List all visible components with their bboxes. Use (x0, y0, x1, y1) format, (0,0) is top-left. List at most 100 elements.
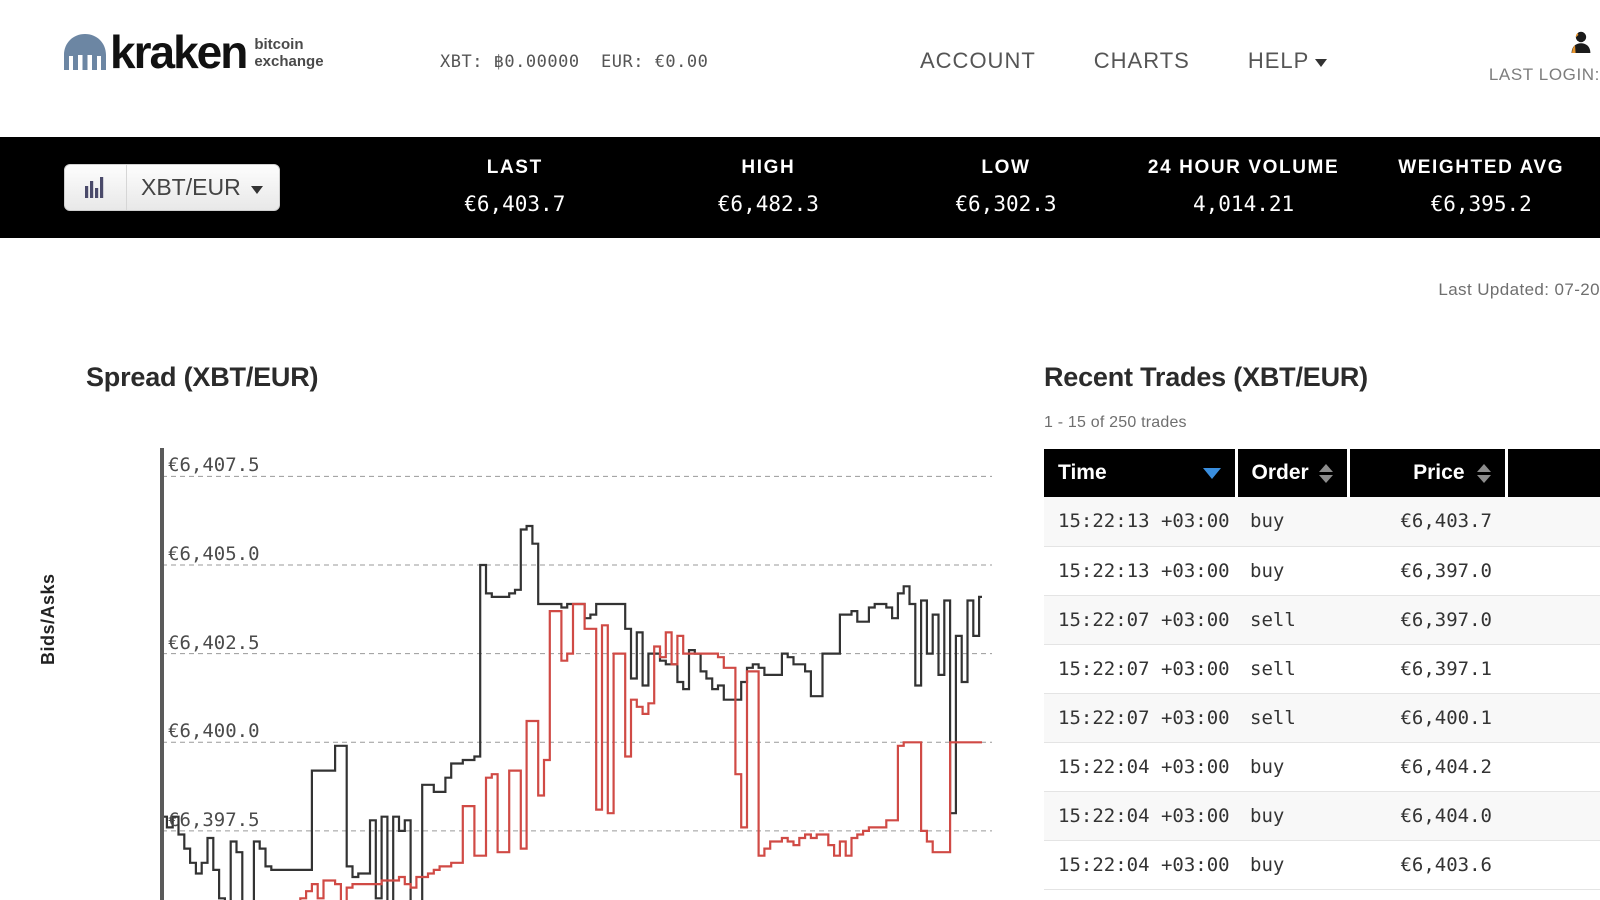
trade-price: €6,403.7 (1348, 497, 1506, 547)
trade-price: €6,404.2 (1348, 742, 1506, 792)
trade-order-type: buy (1236, 742, 1348, 792)
chart-y-tick-label: €6,402.5 (168, 631, 260, 654)
trade-volume (1506, 595, 1600, 645)
trade-order-type: sell (1236, 595, 1348, 645)
column-header-price-label: Price (1413, 461, 1465, 484)
nav-item-charts[interactable]: CHARTS (1094, 48, 1190, 74)
nav-item-help[interactable]: HELP (1247, 48, 1328, 74)
nav-item-account[interactable]: ACCOUNT (920, 48, 1036, 74)
account-status: LAST LOGIN: (1430, 30, 1600, 85)
trade-price: €6,403.6 (1348, 840, 1506, 890)
nav-item-charts-label: CHARTS (1093, 48, 1190, 73)
column-header-order-label: Order (1251, 461, 1309, 484)
ticker-stat-high-label: HIGH (741, 157, 796, 178)
ticker-stat-volume-label: 24 HOUR VOLUME (1147, 157, 1340, 178)
trade-volume (1506, 546, 1600, 596)
trade-price: €6,397.1 (1348, 644, 1506, 694)
trade-price: €6,400.1 (1348, 693, 1506, 743)
nav-item-account-label: ACCOUNT (920, 48, 1036, 73)
column-header-price[interactable]: Price (1348, 449, 1508, 497)
kraken-logo[interactable]: kraken bitcoin exchange (62, 29, 324, 75)
account-balances: XBT: ฿0.00000 EUR: €0.00 (440, 52, 709, 72)
ticker-stat-high-value: €6,482.3 (717, 192, 819, 216)
column-header-order[interactable]: Order (1236, 449, 1350, 497)
sort-both-icon (1476, 463, 1491, 483)
trade-volume (1506, 693, 1600, 743)
sort-descending-icon (1202, 467, 1221, 479)
last-login-label: LAST LOGIN: (1488, 65, 1600, 84)
column-header-volume[interactable] (1506, 449, 1600, 497)
trade-volume (1506, 742, 1600, 792)
recent-trades-table: Time Order Price 15:22:13 +03:00 buy €6,… (1044, 449, 1600, 890)
table-row: 15:22:07 +03:00 sell €6,400.1 (1044, 693, 1600, 743)
trade-time: 15:22:04 +03:00 (1044, 742, 1236, 792)
chart-y-tick-label: €6,397.5 (168, 808, 260, 831)
trade-order-type: buy (1236, 840, 1348, 890)
trade-price: €6,397.0 (1348, 595, 1506, 645)
ticker-stat-weighted-avg-value: €6,395.2 (1430, 192, 1532, 216)
market-ticker-bar: XBT/EUR LAST €6,403.7 HIGH €6,482.3 LOW … (0, 137, 1600, 238)
pair-selector-label-cell: XBT/EUR (127, 165, 279, 210)
trade-order-type: buy (1236, 791, 1348, 841)
user-icon[interactable] (1430, 30, 1592, 59)
recent-trades-title: Recent Trades (XBT/EUR) (1044, 362, 1368, 392)
bar-chart-icon (65, 165, 127, 210)
ticker-stat-volume-value: 4,014.21 (1193, 192, 1295, 216)
table-row: 15:22:04 +03:00 buy €6,403.6 (1044, 840, 1600, 890)
nav-item-help-label: HELP (1247, 48, 1310, 73)
spread-chart: Bids/Asks €6,407.5 €6,405.0 €6,402.5 €6,400… (38, 435, 1016, 900)
table-row: 15:22:13 +03:00 buy €6,397.0 (1044, 546, 1600, 596)
kraken-logo-icon (62, 32, 108, 72)
column-header-time-label: Time (1058, 461, 1107, 484)
table-row: 15:22:07 +03:00 sell €6,397.1 (1044, 644, 1600, 694)
kraken-trading-page: kraken bitcoin exchange XBT: ฿0.00000 EU… (0, 0, 1600, 900)
last-updated-text: Last Updated: 07-20 (1438, 280, 1600, 299)
trade-price: €6,404.0 (1348, 791, 1506, 841)
trade-order-type: buy (1236, 546, 1348, 596)
ticker-stat-low-value: €6,302.3 (955, 192, 1057, 216)
ticker-stat-last-label: LAST (486, 157, 543, 178)
trade-order-type: sell (1236, 644, 1348, 694)
main-nav: ACCOUNT CHARTS HELP (920, 48, 1328, 74)
chevron-down-icon (250, 185, 263, 194)
trade-time: 15:22:07 +03:00 (1044, 693, 1236, 743)
chart-series-asks (164, 524, 982, 900)
trades-table-head: Time Order Price (1044, 449, 1600, 497)
chart-series-bids (299, 602, 982, 900)
logo-tagline-line1: bitcoin (254, 36, 304, 53)
column-header-time[interactable]: Time (1044, 449, 1238, 497)
ticker-stat-volume: 24 HOUR VOLUME 4,014.21 (1125, 157, 1363, 216)
pair-selector-button[interactable]: XBT/EUR (64, 164, 280, 211)
chart-y-tick-label: €6,405.0 (168, 543, 260, 565)
spread-chart-title: Spread (XBT/EUR) (86, 362, 319, 392)
table-row: 15:22:07 +03:00 sell €6,397.0 (1044, 595, 1600, 645)
trade-time: 15:22:07 +03:00 (1044, 644, 1236, 694)
trade-time: 15:22:13 +03:00 (1044, 546, 1236, 596)
spread-chart-panel: Spread (XBT/EUR) Bids/Asks €6,407.5 €6,40… (38, 362, 1016, 900)
trade-order-type: buy (1236, 497, 1348, 547)
ticker-stat-weighted-avg-label: WEIGHTED AVG (1398, 157, 1565, 178)
trade-time: 15:22:07 +03:00 (1044, 595, 1236, 645)
trade-volume (1506, 840, 1600, 890)
trade-volume (1506, 497, 1600, 547)
trades-table-body: 15:22:13 +03:00 buy €6,403.7 15:22:13 +03:0… (1044, 497, 1600, 890)
table-row: 15:22:04 +03:00 buy €6,404.2 (1044, 742, 1600, 792)
trade-volume (1506, 644, 1600, 694)
chart-y-axis-label: Bids/Asks (38, 573, 58, 665)
table-row: 15:22:04 +03:00 buy €6,404.0 (1044, 791, 1600, 841)
logo-tagline-line2: exchange (254, 53, 324, 70)
ticker-stat-weighted-avg: WEIGHTED AVG €6,395.2 (1362, 157, 1600, 216)
sort-both-icon (1318, 463, 1333, 483)
table-row: 15:22:13 +03:00 buy €6,403.7 (1044, 497, 1600, 547)
trade-time: 15:22:04 +03:00 (1044, 840, 1236, 890)
ticker-stat-low: LOW €6,302.3 (887, 157, 1125, 216)
chart-y-tick-label: €6,400.0 (168, 720, 260, 743)
logo-tagline: bitcoin exchange (254, 36, 323, 70)
ticker-stat-low-label: LOW (981, 157, 1031, 178)
site-header: kraken bitcoin exchange XBT: ฿0.00000 EU… (0, 0, 1600, 137)
pair-selector-label: XBT/EUR (141, 174, 241, 200)
trade-time: 15:22:04 +03:00 (1044, 791, 1236, 841)
trade-order-type: sell (1236, 693, 1348, 743)
chevron-down-icon (1315, 59, 1328, 67)
trade-time: 15:22:13 +03:00 (1044, 497, 1236, 547)
